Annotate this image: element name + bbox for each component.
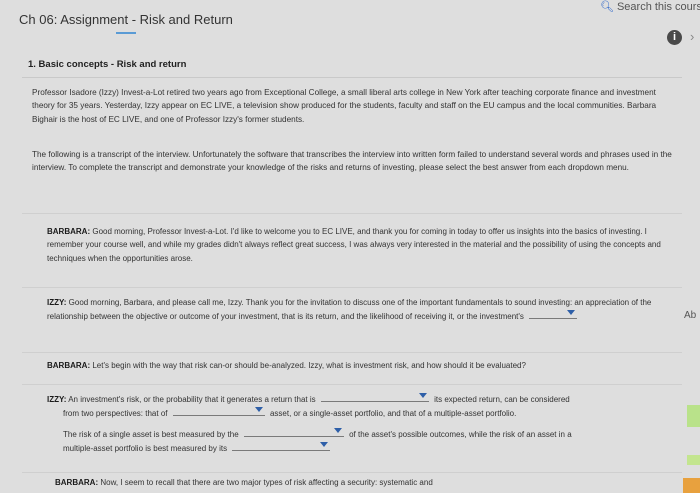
side-tab[interactable] <box>687 405 700 427</box>
dialogue-text: from two perspectives: that of <box>63 409 168 419</box>
divider <box>22 352 682 353</box>
dropdown-arrow-icon <box>418 393 427 398</box>
info-button[interactable]: i <box>667 30 682 45</box>
divider <box>22 213 682 214</box>
dialogue-text: Now, I seem to recall that there are two… <box>100 478 433 487</box>
ab-label: Ab <box>684 310 697 321</box>
instructions-paragraph: The following is a transcript of the int… <box>32 150 672 173</box>
dropdown-portfolio-measure[interactable] <box>232 441 331 451</box>
dropdown-arrow-icon <box>320 441 329 447</box>
dialogue-text: An investment's risk, or the probability… <box>68 395 316 404</box>
dialogue-barbara-1: BARBARA: Good morning, Professor Invest-… <box>47 225 667 265</box>
intro-paragraph: Professor Isadore (Izzy) Invest-a-Lot re… <box>32 88 657 124</box>
dialogue-text: asset, or a single-asset portfolio, and … <box>269 409 517 419</box>
question-title: 1. Basic concepts - Risk and return <box>28 59 187 70</box>
page-title: Ch 06: Assignment - Risk and Return <box>19 12 233 27</box>
dropdown-arrow-icon <box>567 310 576 316</box>
dropdown-investment-risk[interactable] <box>529 309 578 320</box>
search-box[interactable]: 🔍︎ Search this cours <box>600 0 700 13</box>
divider <box>22 77 682 78</box>
chevron-right-icon[interactable]: › <box>690 29 694 44</box>
dropdown-single-asset-measure[interactable] <box>243 427 344 437</box>
divider <box>22 472 682 473</box>
side-tab[interactable] <box>687 455 700 465</box>
search-placeholder: Search this cours <box>616 1 700 13</box>
speaker-label: BARBARA: <box>55 478 99 487</box>
dialogue-text: The risk of a single asset is best measu… <box>63 429 239 439</box>
dropdown-arrow-icon <box>333 427 342 433</box>
dialogue-barbara-3: BARBARA: Now, I seem to recall that ther… <box>55 476 655 489</box>
divider <box>22 287 682 288</box>
dialogue-izzy-2: IZZY: An investment's risk, or the proba… <box>47 392 677 455</box>
divider <box>22 384 682 385</box>
speaker-label: BARBARA: <box>47 227 91 236</box>
top-bar: Ch 06: Assignment - Risk and Return 🔍︎ Se… <box>0 0 700 38</box>
dialogue-text: multiple-asset portfolio is best measure… <box>63 443 228 453</box>
dialogue-text: Let's begin with the way that risk can-o… <box>92 361 526 370</box>
dialogue-text: of the asset's possible outcomes, while … <box>349 429 572 439</box>
side-tab[interactable] <box>683 478 700 493</box>
dropdown-perspective[interactable] <box>172 406 265 417</box>
speaker-label: IZZY: <box>47 298 67 307</box>
dialogue-izzy-1: IZZY: Good morning, Barbara, and please … <box>47 296 667 324</box>
title-accent <box>116 32 136 34</box>
dialogue-text: its expected return, can be considered <box>434 395 570 404</box>
speaker-label: IZZY: <box>47 395 67 404</box>
search-icon: 🔍︎ <box>600 1 614 13</box>
dropdown-arrow-icon <box>254 407 263 413</box>
dropdown-return-comparison[interactable] <box>320 392 429 402</box>
dialogue-text: Good morning, Professor Invest-a-Lot. I'… <box>47 227 661 263</box>
dialogue-barbara-2: BARBARA: Let's begin with the way that r… <box>47 359 667 372</box>
speaker-label: BARBARA: <box>47 361 91 370</box>
